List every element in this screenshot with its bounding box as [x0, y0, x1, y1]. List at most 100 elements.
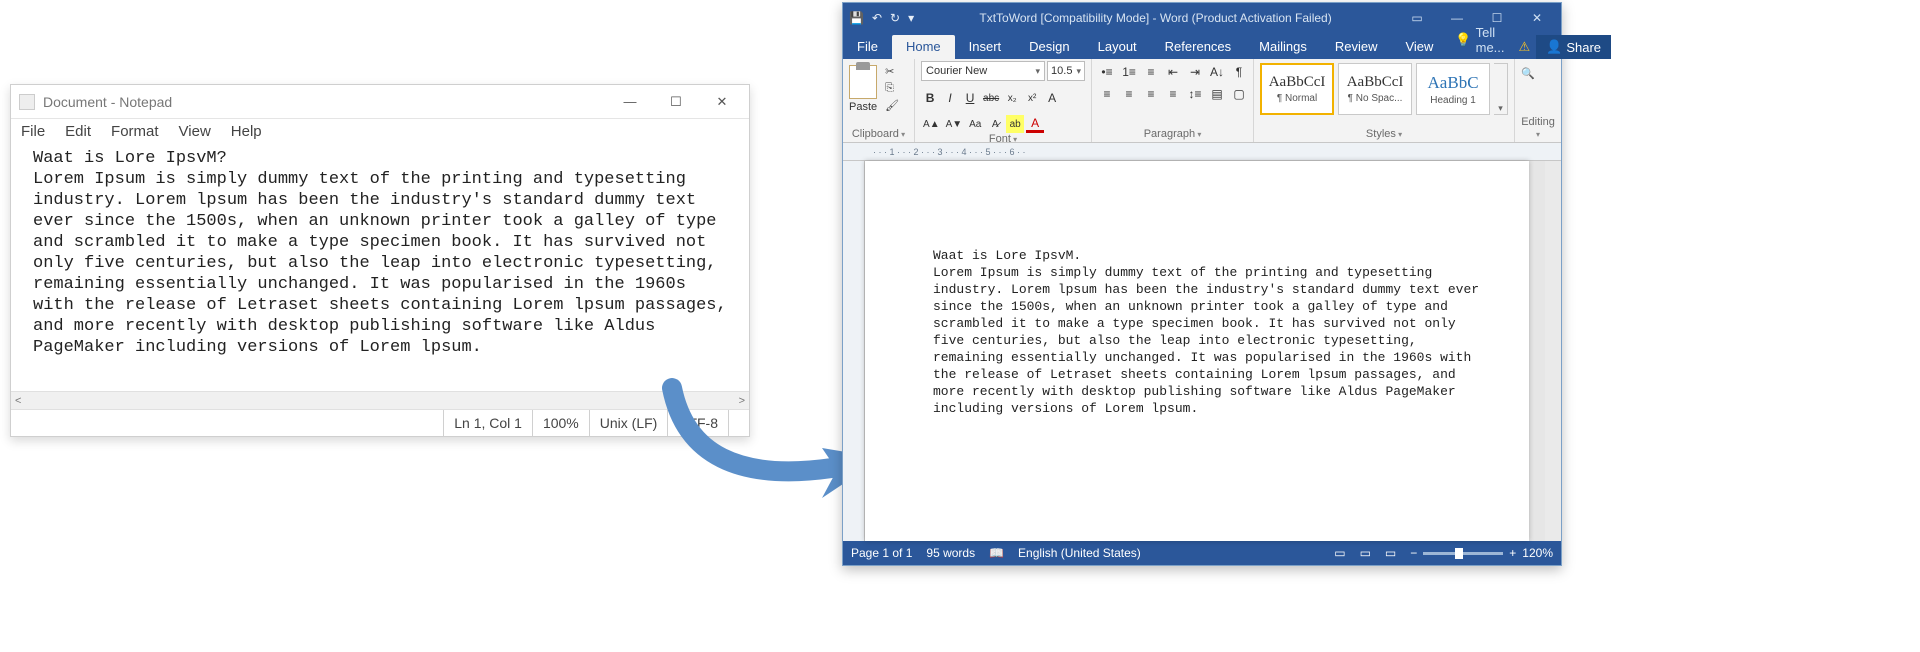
format-painter-icon[interactable]: 🖌 — [885, 99, 899, 112]
paste-button[interactable]: Paste — [849, 101, 877, 113]
qat-redo-icon[interactable]: ↻ — [890, 11, 900, 25]
minimize-button[interactable]: — — [607, 87, 653, 117]
tab-review[interactable]: Review — [1321, 35, 1392, 59]
align-right-button[interactable]: ≡ — [1142, 85, 1160, 103]
menu-file[interactable]: File — [21, 123, 45, 140]
subscript-button[interactable]: x₂ — [1003, 89, 1021, 107]
maximize-button[interactable]: ☐ — [653, 87, 699, 117]
styles-gallery-more[interactable]: ▾ — [1494, 63, 1508, 115]
qat-undo-icon[interactable]: ↶ — [872, 11, 882, 25]
status-language[interactable]: English (United States) — [1018, 546, 1141, 560]
close-button[interactable]: ✕ — [699, 87, 745, 117]
notepad-window: Document - Notepad — ☐ ✕ File Edit Forma… — [10, 84, 750, 437]
view-readmode-icon[interactable]: ▭ — [1334, 546, 1345, 560]
change-case-button[interactable]: Aa — [966, 115, 984, 133]
zoom-in-button[interactable]: + — [1509, 546, 1516, 560]
style-normal[interactable]: AaBbCcI ¶ Normal — [1260, 63, 1334, 115]
borders-button[interactable]: ▢ — [1230, 85, 1248, 103]
tab-references[interactable]: References — [1151, 35, 1245, 59]
bold-button[interactable]: B — [921, 89, 939, 107]
zoom-percent[interactable]: 120% — [1522, 546, 1553, 560]
ribbon-options-button[interactable]: ▭ — [1397, 5, 1437, 31]
notepad-text-area[interactable]: Waat is Lore IpsvM? Lorem Ipsum is simpl… — [11, 146, 749, 392]
menu-view[interactable]: View — [179, 123, 211, 140]
share-button[interactable]: 👤 Share — [1536, 35, 1611, 59]
notepad-title: Document - Notepad — [43, 94, 607, 110]
menu-format[interactable]: Format — [111, 123, 159, 140]
view-print-icon[interactable]: ▭ — [1360, 546, 1371, 560]
tab-view[interactable]: View — [1391, 35, 1447, 59]
style-no-spacing[interactable]: AaBbCcI ¶ No Spac... — [1338, 63, 1412, 115]
clipboard-group-label[interactable]: Clipboard — [849, 128, 908, 142]
zoom-slider[interactable] — [1423, 552, 1503, 555]
multilevel-button[interactable]: ≡ — [1142, 63, 1160, 81]
find-icon[interactable]: 🔍 — [1521, 67, 1535, 80]
horizontal-ruler[interactable]: · · · 1 · · · 2 · · · 3 · · · 4 · · · 5 … — [843, 143, 1561, 161]
zoom-out-button[interactable]: − — [1410, 546, 1417, 560]
status-page[interactable]: Page 1 of 1 — [851, 546, 912, 560]
decrease-indent-button[interactable]: ⇤ — [1164, 63, 1182, 81]
align-center-button[interactable]: ≡ — [1120, 85, 1138, 103]
zoom-control: − + 120% — [1410, 546, 1553, 560]
increase-indent-button[interactable]: ⇥ — [1186, 63, 1204, 81]
sort-button[interactable]: A↓ — [1208, 63, 1226, 81]
style-preview: AaBbC — [1428, 73, 1479, 93]
proofing-icon[interactable]: 📖 — [989, 546, 1004, 560]
styles-group-label[interactable]: Styles — [1260, 128, 1508, 142]
tab-mailings[interactable]: Mailings — [1245, 35, 1321, 59]
style-preview: AaBbCcI — [1269, 74, 1326, 91]
tab-insert[interactable]: Insert — [955, 35, 1016, 59]
italic-button[interactable]: I — [941, 89, 959, 107]
numbering-button[interactable]: 1≡ — [1120, 63, 1138, 81]
style-heading-1[interactable]: AaBbC Heading 1 — [1416, 63, 1490, 115]
menu-help[interactable]: Help — [231, 123, 262, 140]
shrink-font-button[interactable]: A▼ — [944, 115, 965, 133]
font-size-combo[interactable]: 10.5 — [1047, 61, 1085, 81]
tab-design[interactable]: Design — [1015, 35, 1083, 59]
share-icon: 👤 — [1546, 39, 1562, 55]
underline-button[interactable]: U — [961, 89, 979, 107]
paste-icon[interactable] — [849, 65, 877, 99]
strikethrough-button[interactable]: abc — [981, 89, 1001, 107]
document-page[interactable]: Waat is Lore IpsvM. Lorem Ipsum is simpl… — [865, 161, 1529, 541]
font-group-label[interactable]: Font — [921, 133, 1085, 147]
notepad-text-line1: Waat is Lore IpsvM? — [33, 149, 227, 168]
grow-font-button[interactable]: A▲ — [921, 115, 942, 133]
clear-formatting-button[interactable]: A̷ — [986, 115, 1004, 133]
qat-save-icon[interactable]: 💾 — [849, 11, 864, 25]
vertical-ruler[interactable] — [843, 161, 865, 541]
font-color-button[interactable]: A — [1026, 115, 1044, 133]
style-name: ¶ Normal — [1277, 93, 1317, 104]
menu-edit[interactable]: Edit — [65, 123, 91, 140]
style-preview: AaBbCcI — [1347, 74, 1404, 91]
tab-layout[interactable]: Layout — [1084, 35, 1151, 59]
text-effects-button[interactable]: A — [1043, 89, 1061, 107]
notepad-titlebar[interactable]: Document - Notepad — ☐ ✕ — [11, 85, 749, 119]
tab-home[interactable]: Home — [892, 35, 955, 59]
paragraph-group-label[interactable]: Paragraph — [1098, 128, 1247, 142]
align-left-button[interactable]: ≡ — [1098, 85, 1116, 103]
shading-button[interactable]: ▤ — [1208, 85, 1226, 103]
tell-me-search[interactable]: 💡 Tell me... — [1447, 21, 1512, 59]
view-web-icon[interactable]: ▭ — [1385, 546, 1396, 560]
word-close-button[interactable]: ✕ — [1517, 5, 1557, 31]
activation-warning-icon[interactable]: ⚠ — [1513, 35, 1537, 59]
font-name-combo[interactable]: Courier New — [921, 61, 1045, 81]
superscript-button[interactable]: x² — [1023, 89, 1041, 107]
bullets-button[interactable]: •≡ — [1098, 63, 1116, 81]
notepad-horizontal-scrollbar[interactable]: < > — [11, 392, 749, 410]
status-wordcount[interactable]: 95 words — [926, 546, 975, 560]
editing-group-label[interactable]: Editing — [1521, 116, 1555, 142]
notepad-text-body: Lorem Ipsum is simply dummy text of the … — [33, 170, 737, 357]
line-spacing-button[interactable]: ↕≡ — [1186, 85, 1204, 103]
copy-icon[interactable]: ⎘ — [885, 82, 899, 95]
show-marks-button[interactable]: ¶ — [1230, 63, 1248, 81]
tab-file[interactable]: File — [843, 35, 892, 59]
zoom-slider-thumb[interactable] — [1455, 548, 1463, 559]
scroll-left-icon[interactable]: < — [15, 395, 21, 407]
status-eol: Unix (LF) — [589, 410, 668, 436]
highlight-button[interactable]: ab — [1006, 115, 1024, 133]
justify-button[interactable]: ≡ — [1164, 85, 1182, 103]
cut-icon[interactable]: ✂ — [885, 65, 899, 78]
vertical-scrollbar[interactable] — [1545, 161, 1561, 541]
